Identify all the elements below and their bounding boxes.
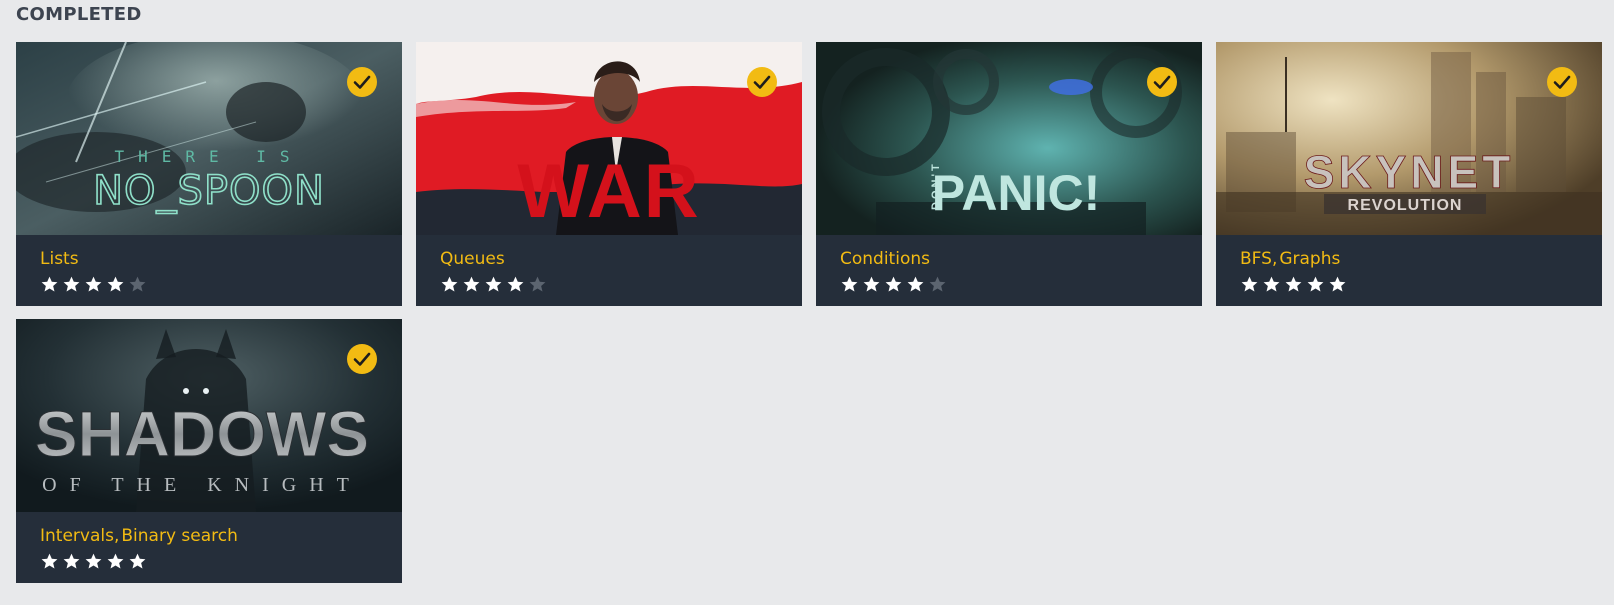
tag-link[interactable]: Conditions bbox=[840, 249, 930, 269]
rating-stars bbox=[40, 275, 147, 294]
star-icon-filled bbox=[85, 276, 102, 292]
star-icon-filled bbox=[63, 553, 80, 569]
puzzle-card-dont-panic[interactable]: DON'T PANIC! Conditions bbox=[816, 42, 1202, 306]
art-title-sub: OF THE KNIGHT bbox=[42, 474, 362, 496]
puzzle-art-dont-panic[interactable]: DON'T PANIC! bbox=[816, 42, 1202, 235]
star-icon-empty bbox=[129, 276, 146, 292]
star-icon-filled bbox=[1285, 276, 1302, 292]
tag-link[interactable]: Binary search bbox=[121, 526, 238, 546]
art-title-top: THERE IS bbox=[114, 147, 303, 166]
puzzle-tags: BFS, Graphs bbox=[1240, 249, 1340, 269]
tag-link[interactable]: Graphs bbox=[1279, 249, 1340, 269]
art-title-main: SHADOWS bbox=[35, 398, 369, 470]
check-badge-icon bbox=[1547, 67, 1577, 97]
puzzle-art-skynet[interactable]: SKYNET REVOLUTION bbox=[1216, 42, 1602, 235]
tag-separator: , bbox=[113, 526, 120, 546]
star-icon-filled bbox=[841, 276, 858, 292]
star-icon-filled bbox=[107, 276, 124, 292]
puzzle-info: Conditions bbox=[816, 235, 1202, 306]
tag-link[interactable]: BFS bbox=[1240, 249, 1272, 269]
star-icon-filled bbox=[463, 276, 480, 292]
puzzle-info: BFS, Graphs bbox=[1216, 235, 1602, 306]
check-badge-icon bbox=[1147, 67, 1177, 97]
art-title-sub: REVOLUTION bbox=[1348, 197, 1463, 214]
star-icon-filled bbox=[907, 276, 924, 292]
puzzle-info: Intervals, Binary search bbox=[16, 512, 402, 583]
check-badge-icon bbox=[347, 67, 377, 97]
check-badge-icon bbox=[347, 344, 377, 374]
star-icon-filled bbox=[85, 553, 102, 569]
rating-stars bbox=[1240, 275, 1347, 294]
tag-separator: , bbox=[1271, 249, 1278, 269]
puzzle-tags: Intervals, Binary search bbox=[40, 526, 238, 546]
star-icon-filled bbox=[1241, 276, 1258, 292]
tag-link[interactable]: Intervals bbox=[40, 526, 114, 546]
tag-link[interactable]: Lists bbox=[40, 249, 79, 269]
star-icon-filled bbox=[129, 553, 146, 569]
puzzle-tags: Queues bbox=[440, 249, 505, 269]
puzzle-art-shadows[interactable]: SHADOWS OF THE KNIGHT bbox=[16, 319, 402, 512]
puzzle-info: Queues bbox=[416, 235, 802, 306]
check-badge-icon bbox=[747, 67, 777, 97]
puzzle-card-war[interactable]: WAR Queues bbox=[416, 42, 802, 306]
star-icon-filled bbox=[1263, 276, 1280, 292]
star-icon-filled bbox=[63, 276, 80, 292]
star-icon-filled bbox=[41, 553, 58, 569]
star-icon-filled bbox=[441, 276, 458, 292]
art-title-main: SKYNET bbox=[1304, 146, 1515, 198]
tag-link[interactable]: Queues bbox=[440, 249, 505, 269]
art-title-main: PANIC! bbox=[932, 165, 1101, 221]
puzzle-info: Lists bbox=[16, 235, 402, 306]
puzzle-tags: Lists bbox=[40, 249, 79, 269]
star-icon-empty bbox=[929, 276, 946, 292]
puzzle-card-no-spoon[interactable]: THERE IS NO_SPOON Lists bbox=[16, 42, 402, 306]
star-icon-filled bbox=[507, 276, 524, 292]
star-icon-filled bbox=[1307, 276, 1324, 292]
puzzle-card-skynet[interactable]: SKYNET REVOLUTION BFS, Graphs bbox=[1216, 42, 1602, 306]
star-icon-filled bbox=[41, 276, 58, 292]
rating-stars bbox=[40, 552, 147, 571]
puzzle-card-shadows[interactable]: SHADOWS OF THE KNIGHT Intervals, Binary s… bbox=[16, 319, 402, 583]
star-icon-filled bbox=[485, 276, 502, 292]
star-icon-filled bbox=[107, 553, 124, 569]
art-title-main: WAR bbox=[517, 149, 700, 234]
puzzle-art-war[interactable]: WAR bbox=[416, 42, 802, 235]
star-icon-filled bbox=[885, 276, 902, 292]
art-title-main: NO_SPOON bbox=[93, 168, 325, 214]
puzzle-art-no-spoon[interactable]: THERE IS NO_SPOON bbox=[16, 42, 402, 235]
star-icon-filled bbox=[863, 276, 880, 292]
rating-stars bbox=[840, 275, 947, 294]
star-icon-empty bbox=[529, 276, 546, 292]
rating-stars bbox=[440, 275, 547, 294]
star-icon-filled bbox=[1329, 276, 1346, 292]
section-title: COMPLETED bbox=[16, 4, 142, 25]
puzzle-tags: Conditions bbox=[840, 249, 930, 269]
